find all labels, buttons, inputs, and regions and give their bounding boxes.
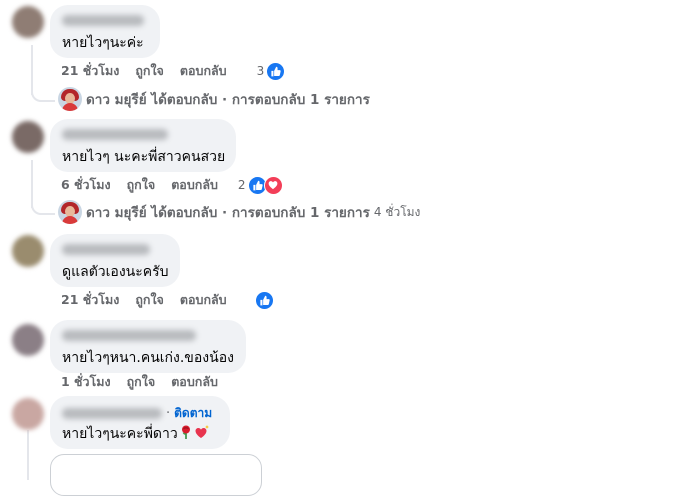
avatar[interactable] [12, 121, 44, 153]
comment-text: หายไวๆนะคะพี่ดาว [62, 424, 218, 445]
commenter-name-blurred[interactable] [62, 15, 144, 26]
like-button[interactable]: ถูกใจ [127, 372, 156, 392]
avatar[interactable] [12, 235, 44, 267]
replier-avatar [58, 87, 82, 111]
comment-actions: 21 ชั่วโมง ถูกใจ ตอบกลับ [61, 290, 274, 310]
like-button[interactable]: ถูกใจ [135, 290, 164, 310]
like-button[interactable]: ถูกใจ [127, 175, 156, 195]
comment-time[interactable]: 1 ชั่วโมง [61, 372, 111, 392]
thread-connector [31, 86, 55, 102]
comment-time[interactable]: 21 ชั่วโมง [61, 290, 119, 310]
like-icon[interactable] [266, 61, 286, 81]
comment-bubble: หายไวๆหนา.คนเก่ง.ของน้อง [50, 320, 246, 373]
rose-emoji [178, 424, 194, 445]
comment-text: หายไวๆหนา.คนเก่ง.ของน้อง [62, 350, 234, 366]
reaction-count[interactable]: 3 [257, 64, 265, 78]
thread-line [27, 430, 29, 480]
avatar[interactable] [12, 324, 44, 356]
comment-bubble: หายไวๆ นะคะพี่สาวคนสวย [50, 119, 236, 172]
comment-bubble: ดูแลตัวเองนะครับ [50, 234, 180, 287]
comment-bubble: หายไวๆนะค่ะ [50, 5, 160, 58]
view-replies-link[interactable]: ดาว มยุรีย์ ได้ตอบกลับ · การตอบกลับ 1 รา… [58, 199, 420, 225]
reply-time: 4 ชั่วโมง [373, 204, 421, 219]
reply-composer[interactable] [50, 454, 262, 496]
commenter-name-blurred[interactable] [62, 244, 150, 255]
view-replies-link[interactable]: ดาว มยุรีย์ ได้ตอบกลับ · การตอบกลับ 1 รา… [58, 86, 374, 112]
like-icon[interactable] [254, 290, 274, 310]
commenter-name-blurred[interactable] [62, 407, 162, 419]
comment-text: หายไวๆนะค่ะ [62, 35, 144, 51]
replier-avatar [58, 200, 82, 224]
reply-button[interactable]: ตอบกลับ [180, 290, 227, 310]
thread-connector [31, 199, 55, 215]
comment-time[interactable]: 21 ชั่วโมง [61, 61, 119, 81]
commenter-name-blurred[interactable] [62, 129, 168, 140]
like-button[interactable]: ถูกใจ [135, 61, 164, 81]
sparkling-heart-emoji [194, 424, 210, 445]
avatar[interactable] [12, 6, 44, 38]
love-icon[interactable] [263, 175, 283, 195]
comment-actions: 1 ชั่วโมง ถูกใจ ตอบกลับ [61, 372, 234, 392]
comment-time[interactable]: 6 ชั่วโมง [61, 175, 111, 195]
comment-actions: 6 ชั่วโมง ถูกใจ ตอบกลับ 2 [61, 175, 283, 195]
commenter-name-blurred[interactable] [62, 330, 196, 341]
replies-summary: ดาว มยุรีย์ ได้ตอบกลับ · การตอบกลับ 1 รา… [86, 205, 370, 221]
reply-button[interactable]: ตอบกลับ [180, 61, 227, 81]
reply-button[interactable]: ตอบกลับ [171, 175, 218, 195]
avatar[interactable] [12, 398, 44, 430]
reaction-count[interactable]: 2 [238, 178, 246, 192]
comment-bubble: · ติดตาม หายไวๆนะคะพี่ดาว [50, 396, 230, 449]
follow-button[interactable]: ติดตาม [174, 404, 212, 423]
reply-button[interactable]: ตอบกลับ [171, 372, 218, 392]
replies-summary: ดาว มยุรีย์ ได้ตอบกลับ · การตอบกลับ 1 รา… [86, 92, 370, 108]
separator-dot: · [166, 405, 171, 421]
comment-text: ดูแลตัวเองนะครับ [62, 264, 169, 280]
comment-actions: 21 ชั่วโมง ถูกใจ ตอบกลับ 3 [61, 61, 286, 81]
comment-text: หายไวๆ นะคะพี่สาวคนสวย [62, 149, 226, 165]
